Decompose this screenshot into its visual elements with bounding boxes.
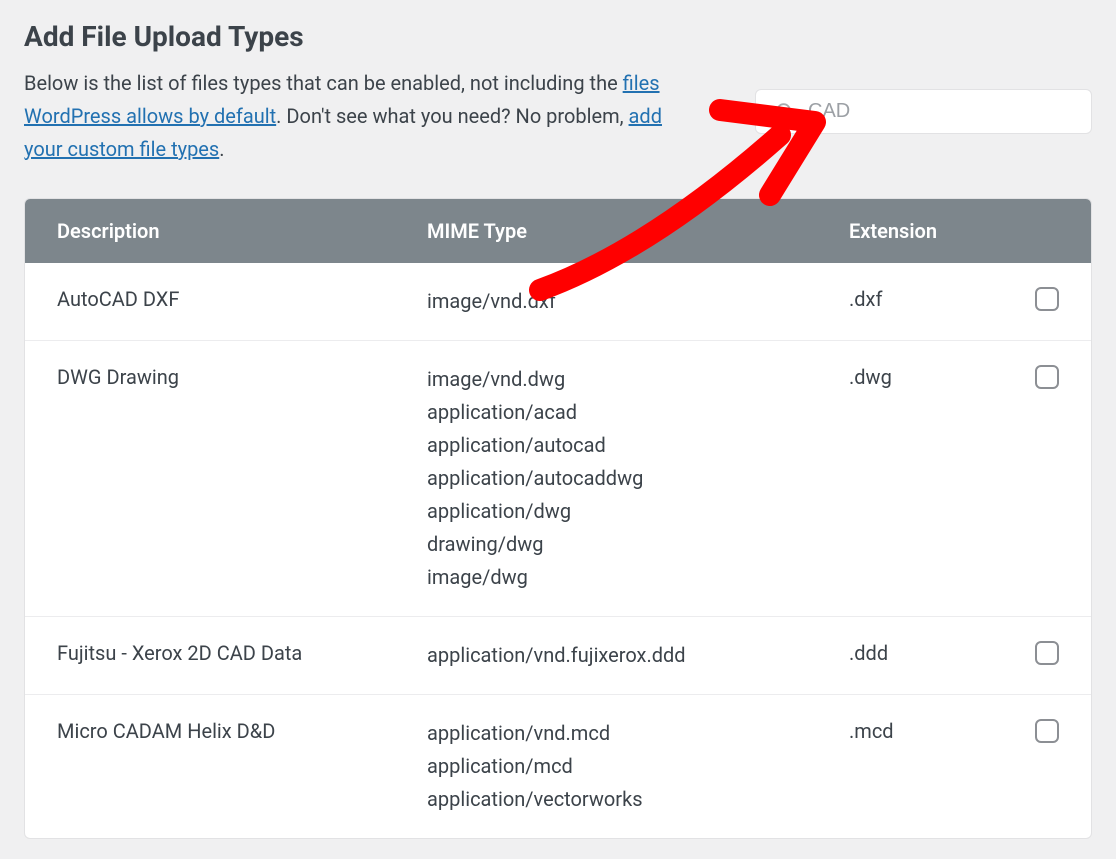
enable-checkbox[interactable] <box>1035 719 1059 743</box>
intro-text-part1: Below is the list of files types that ca… <box>24 71 623 95</box>
search-box[interactable] <box>755 89 1092 134</box>
cell-extension: .dxf <box>849 287 1019 311</box>
table-row: AutoCAD DXFimage/vnd.dxf.dxf <box>25 263 1091 340</box>
mime-value: application/autocad <box>427 431 849 460</box>
enable-checkbox[interactable] <box>1035 287 1059 311</box>
cell-extension: .dwg <box>849 365 1019 389</box>
table-body: AutoCAD DXFimage/vnd.dxf.dxfDWG Drawingi… <box>25 263 1091 838</box>
cell-checkbox <box>1019 719 1059 743</box>
cell-description: DWG Drawing <box>57 365 427 389</box>
enable-checkbox[interactable] <box>1035 365 1059 389</box>
search-input[interactable] <box>808 100 1073 123</box>
mime-value: application/autocaddwg <box>427 464 849 493</box>
header-mime: MIME Type <box>427 219 849 243</box>
cell-mime: image/vnd.dxf <box>427 287 849 316</box>
table-row: Micro CADAM Helix D&Dapplication/vnd.mcd… <box>25 694 1091 838</box>
header-extension: Extension <box>849 219 1019 243</box>
mime-value: application/mcd <box>427 752 849 781</box>
file-types-table: Description MIME Type Extension AutoCAD … <box>24 198 1092 839</box>
enable-checkbox[interactable] <box>1035 641 1059 665</box>
intro-text: Below is the list of files types that ca… <box>24 67 684 166</box>
mime-value: image/vnd.dxf <box>427 287 849 316</box>
mime-value: drawing/dwg <box>427 530 849 559</box>
page-title: Add File Upload Types <box>24 20 1092 53</box>
cell-mime: application/vnd.fujixerox.ddd <box>427 641 849 670</box>
cell-description: Micro CADAM Helix D&D <box>57 719 427 743</box>
search-icon <box>774 101 796 123</box>
mime-value: image/dwg <box>427 563 849 592</box>
mime-value: application/acad <box>427 398 849 427</box>
intro-text-part3: . <box>219 137 224 161</box>
cell-extension: .ddd <box>849 641 1019 665</box>
header-checkbox <box>1019 219 1059 243</box>
mime-value: application/vectorworks <box>427 785 849 814</box>
cell-mime: application/vnd.mcd application/mcd applic… <box>427 719 849 814</box>
cell-checkbox <box>1019 287 1059 311</box>
header-description: Description <box>57 219 427 243</box>
cell-checkbox <box>1019 641 1059 665</box>
cell-checkbox <box>1019 365 1059 389</box>
cell-description: AutoCAD DXF <box>57 287 427 311</box>
table-row: Fujitsu - Xerox 2D CAD Dataapplication/v… <box>25 616 1091 694</box>
cell-description: Fujitsu - Xerox 2D CAD Data <box>57 641 427 665</box>
table-row: DWG Drawingimage/vnd.dwg application/acad… <box>25 340 1091 616</box>
cell-extension: .mcd <box>849 719 1019 743</box>
table-header: Description MIME Type Extension <box>25 199 1091 263</box>
cell-mime: image/vnd.dwg application/acad application… <box>427 365 849 592</box>
intro-row: Below is the list of files types that ca… <box>24 67 1092 166</box>
mime-value: application/vnd.fujixerox.ddd <box>427 641 849 670</box>
mime-value: application/vnd.mcd <box>427 719 849 748</box>
intro-text-part2: . Don't see what you need? No problem, <box>276 104 628 128</box>
mime-value: application/dwg <box>427 497 849 526</box>
mime-value: image/vnd.dwg <box>427 365 849 394</box>
